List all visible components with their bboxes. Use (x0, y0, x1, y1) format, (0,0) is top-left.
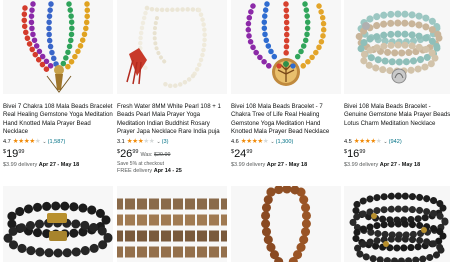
black-bead-bracelets-image (3, 201, 113, 258)
delivery-info: $3.99 delivery Apr 27 - May 18 (3, 162, 80, 168)
rating-row: 4.7 ★★★★★ ⌄ (1,587) (3, 137, 113, 146)
review-count-link[interactable]: (1,587) (48, 138, 66, 146)
product-image[interactable] (117, 186, 227, 262)
was-price: Was: $29.99 (140, 152, 171, 158)
star-rating-icon[interactable]: ★★★★★ (13, 138, 41, 146)
product-card[interactable]: Bivei 108 Mala Beads Bracelet - Genuine … (344, 0, 450, 169)
chevron-down-icon[interactable]: ⌄ (156, 138, 160, 146)
product-card[interactable]: Fresh Water 8MM White Pearl 108 + 1 Bead… (117, 0, 227, 175)
rating-row: 4.5 ★★★★★ ⌄ (942) (344, 137, 450, 146)
rating-value: 4.7 (3, 138, 11, 145)
chakra-mala-necklace-image (21, 1, 91, 93)
product-card[interactable]: Bivei 108 Mala Beads Bracelet - 7 Chakra… (231, 0, 341, 169)
dark-bead-mala-image (349, 192, 449, 262)
rating-row: 4.6 ★★★★★ ⌄ (1,300) (231, 137, 341, 146)
product-image[interactable] (231, 0, 341, 94)
save-percent-text: Save 5% at checkout (117, 161, 164, 167)
chevron-down-icon[interactable]: ⌄ (270, 138, 274, 146)
delivery-info: $3.99 delivery Apr 27 - May 18 (344, 162, 421, 168)
review-count-link[interactable]: (3) (162, 138, 169, 146)
chevron-down-icon[interactable]: ⌄ (42, 138, 46, 146)
product-image[interactable] (3, 186, 113, 262)
product-card[interactable]: Bivei 7 Chakra 108 Mala Beads Bracelet R… (3, 0, 113, 169)
price[interactable]: $ 16 99 (344, 148, 450, 161)
star-rating-icon[interactable]: ★★★★★ (127, 138, 155, 146)
product-title-link[interactable]: Bivei 108 Mala Beads Bracelet - 7 Chakra… (231, 103, 341, 137)
product-image[interactable] (344, 0, 450, 94)
rating-value: 4.6 (231, 138, 239, 145)
chevron-down-icon[interactable]: ⌄ (383, 138, 387, 146)
product-image[interactable] (231, 186, 341, 262)
rating-value: 3.1 (117, 138, 125, 145)
product-image[interactable] (344, 186, 450, 262)
product-title-link[interactable]: Fresh Water 8MM White Pearl 108 + 1 Bead… (117, 103, 227, 137)
rating-value: 4.5 (344, 138, 352, 145)
product-title-link[interactable]: Bivei 108 Mala Beads Bracelet - Genuine … (344, 103, 450, 137)
pearl-mala-necklace-image (126, 5, 207, 89)
delivery-info: FREE delivery Apr 14 - 25 (117, 168, 182, 174)
delivery-info: $3.99 delivery Apr 27 - May 18 (231, 162, 308, 168)
price[interactable]: $ 24 99 (231, 148, 341, 161)
rudraksha-bead-bracelet-image (261, 186, 311, 262)
product-image[interactable] (3, 0, 113, 94)
review-count-link[interactable]: (942) (389, 138, 402, 146)
price[interactable]: $ 26 99 Was: $29.99 (117, 148, 227, 161)
price[interactable]: $ 19 99 (3, 148, 113, 161)
search-results-grid: Bivei 7 Chakra 108 Mala Beads Bracelet R… (0, 0, 450, 262)
star-rating-icon[interactable]: ★★★★★ (354, 138, 382, 146)
product-title-link[interactable]: Bivei 7 Chakra 108 Mala Beads Bracelet R… (3, 103, 113, 137)
review-count-link[interactable]: (1,300) (276, 138, 294, 146)
agate-bead-strand-image (117, 198, 227, 258)
tree-of-life-mala-image (245, 1, 327, 86)
product-image[interactable] (117, 0, 227, 94)
rating-row: 3.1 ★★★★★ ⌄ (3) (117, 137, 227, 146)
amazonite-wrap-bracelet-image (355, 10, 443, 84)
star-rating-icon[interactable]: ★★★★★ (241, 138, 269, 146)
